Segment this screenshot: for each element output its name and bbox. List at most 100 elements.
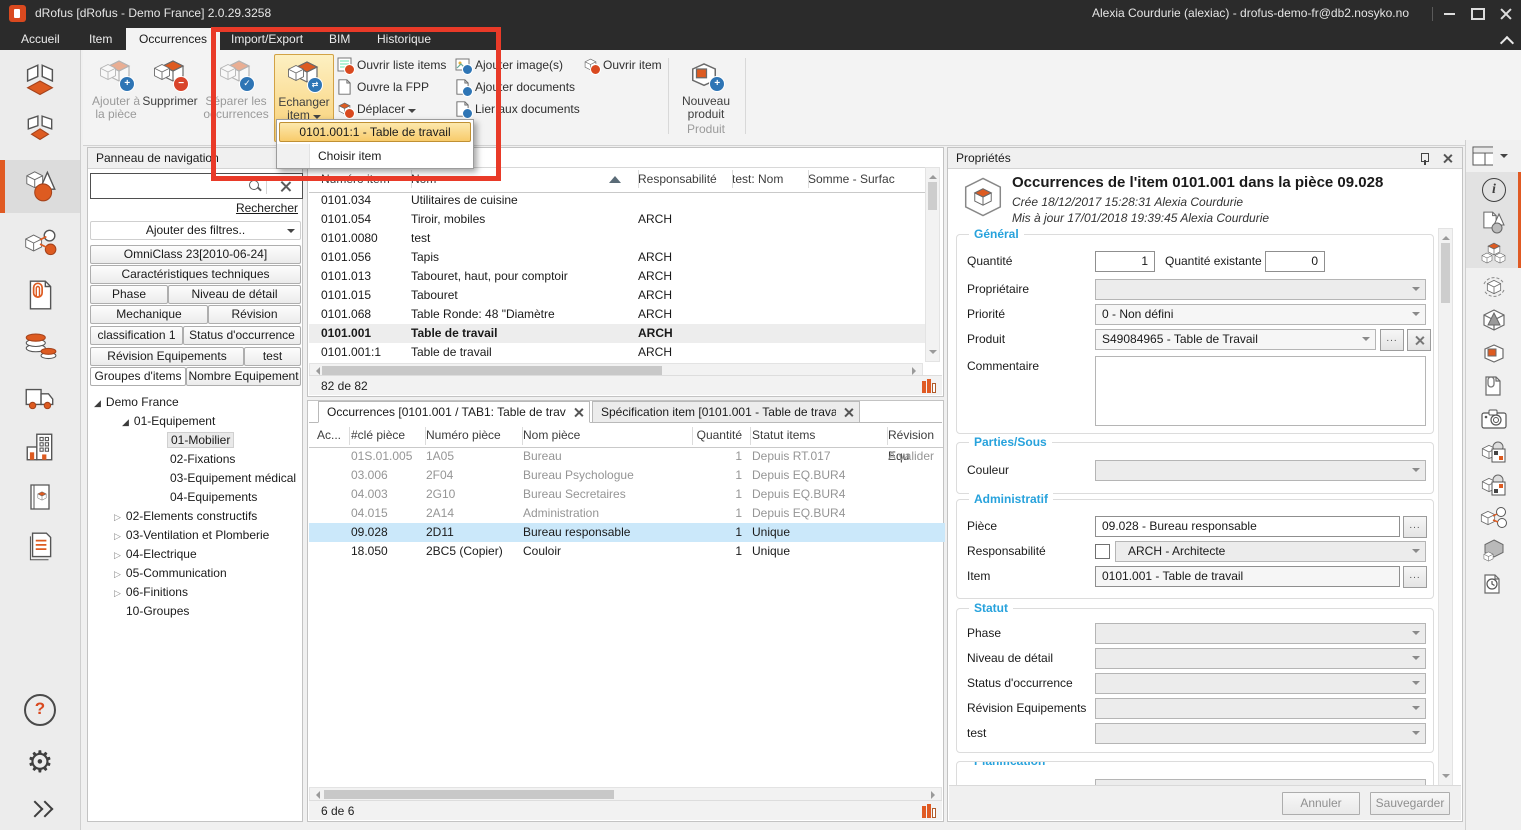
col-somme-surface[interactable]: Somme - Surfac bbox=[808, 168, 926, 191]
occurrence-row[interactable]: 01S.01.0051A05Bureau1Depuis RT.017A vali… bbox=[309, 447, 938, 466]
add-documents-button[interactable]: Ajouter documents bbox=[455, 77, 575, 97]
tool-info[interactable] bbox=[1474, 176, 1514, 204]
occurrence-row-selected[interactable]: 09.0282D11Bureau responsable1Unique bbox=[309, 523, 945, 542]
occurrence-status-dropdown[interactable] bbox=[1095, 673, 1426, 694]
filter-phase[interactable]: Phase bbox=[90, 285, 168, 304]
tool-classification-b[interactable] bbox=[1474, 471, 1514, 499]
responsibility-checkbox[interactable] bbox=[1095, 544, 1110, 559]
items-vertical-scrollbar[interactable] bbox=[925, 167, 940, 362]
expander-closed-icon[interactable] bbox=[114, 509, 126, 523]
tool-classification-a[interactable] bbox=[1474, 438, 1514, 466]
occurrence-row[interactable]: 03.0062F04Bureau Psychologue1Depuis EQ.B… bbox=[309, 466, 938, 485]
tab-occurrences[interactable]: Occurrences bbox=[126, 28, 220, 50]
expander-closed-icon[interactable] bbox=[114, 547, 126, 561]
delete-button[interactable]: Supprimer bbox=[141, 54, 199, 140]
expander-closed-icon[interactable] bbox=[114, 566, 126, 580]
existing-quantity-input[interactable]: 0 bbox=[1265, 251, 1325, 272]
sidebar-item-documents[interactable] bbox=[0, 272, 80, 320]
occurrence-row[interactable]: 04.0152A14Administration1Depuis EQ.BUR4 bbox=[309, 504, 938, 523]
tool-product[interactable] bbox=[1474, 339, 1514, 367]
filter-niveau[interactable]: Niveau de détail bbox=[168, 285, 301, 304]
sidebar-item-systems[interactable] bbox=[0, 220, 80, 268]
tree-node-mobilier[interactable]: 01-Mobilier bbox=[170, 431, 234, 450]
filter-revision-equipements[interactable]: Révision Equipements bbox=[90, 347, 244, 366]
search-input[interactable] bbox=[90, 173, 303, 199]
tab-occurrences-detail[interactable]: Occurrences [0101.001 / TAB1: Table de t… bbox=[318, 401, 590, 423]
exchange-option-choose[interactable]: Choisir item bbox=[277, 144, 473, 168]
filter-nombre-equipement[interactable]: Nombre Equipement bbox=[186, 367, 301, 386]
open-item-button[interactable]: Ouvrir item bbox=[583, 55, 662, 75]
item-row[interactable]: 0101.056TapisARCH bbox=[309, 248, 926, 267]
item-row-selected[interactable]: 0101.001Table de travailARCH bbox=[309, 324, 926, 343]
item-row[interactable]: 0101.0080test bbox=[309, 229, 926, 248]
tab-accueil[interactable]: Accueil bbox=[8, 28, 73, 50]
search-link[interactable]: Rechercher bbox=[236, 201, 298, 215]
properties-scrollbar[interactable] bbox=[1438, 228, 1453, 786]
expander-closed-icon[interactable] bbox=[114, 528, 126, 542]
save-button[interactable]: Sauvegarder bbox=[1370, 792, 1450, 815]
sidebar-item-finance[interactable] bbox=[0, 322, 80, 370]
item-row[interactable]: 0101.054Tiroir, mobilesARCH bbox=[309, 210, 926, 229]
expander-closed-icon[interactable] bbox=[114, 585, 126, 599]
item-row[interactable]: 0101.015TabouretARCH bbox=[309, 286, 926, 305]
tree-node-finitions[interactable]: 06-Finitions bbox=[114, 583, 188, 602]
tab-specification-item[interactable]: Spécification item [0101.001 - Table de … bbox=[592, 401, 860, 423]
filter-revision[interactable]: Révision bbox=[208, 305, 301, 324]
filter-mechanique[interactable]: Mechanique bbox=[90, 305, 208, 324]
add-to-room-button[interactable]: Ajouter à la pièce bbox=[87, 54, 145, 140]
filter-classification[interactable]: classification 1 bbox=[90, 326, 183, 345]
maximize-button[interactable] bbox=[1463, 0, 1493, 28]
filter-test[interactable]: test bbox=[244, 347, 301, 366]
product-browse-button[interactable]: ... bbox=[1380, 329, 1404, 351]
column-chooser-icon[interactable] bbox=[922, 804, 936, 818]
tree-node-equipements[interactable]: 04-Equipements bbox=[170, 488, 257, 507]
close-tab-icon[interactable] bbox=[574, 408, 583, 417]
tree-node-demo-france[interactable]: Demo France bbox=[94, 393, 179, 412]
cancel-button[interactable]: Annuler bbox=[1282, 792, 1360, 815]
tab-import-export[interactable]: Import/Export bbox=[218, 28, 316, 50]
close-tab-icon[interactable] bbox=[844, 408, 853, 417]
revision-dropdown[interactable] bbox=[1095, 698, 1426, 719]
sidebar-item-logistics[interactable] bbox=[0, 374, 80, 422]
item-row[interactable]: 0101.001:1Table de travailARCH bbox=[309, 343, 926, 362]
tree-node-electrique[interactable]: 04-Electrique bbox=[114, 545, 197, 564]
tool-documents[interactable] bbox=[1474, 372, 1514, 400]
tool-log[interactable] bbox=[1474, 570, 1514, 598]
exchange-option-current[interactable]: 0101.001:1 - Table de travail bbox=[279, 122, 471, 142]
color-dropdown[interactable] bbox=[1095, 460, 1426, 481]
collapse-ribbon-icon[interactable] bbox=[1502, 34, 1513, 45]
product-dropdown[interactable]: S49084965 - Table de Travail bbox=[1095, 329, 1376, 350]
separate-occurrences-button[interactable]: Séparer les occurrences bbox=[207, 54, 265, 140]
room-browse-button[interactable]: ... bbox=[1403, 516, 1427, 538]
item-browse-button[interactable]: ... bbox=[1403, 566, 1427, 588]
sidebar-item-settings[interactable] bbox=[0, 738, 80, 786]
add-filters-dropdown[interactable]: Ajouter des filtres.. bbox=[90, 221, 301, 240]
phase-dropdown[interactable] bbox=[1095, 623, 1426, 644]
sidebar-item-items[interactable] bbox=[0, 160, 80, 213]
filter-groupes-items[interactable]: Groupes d'items bbox=[90, 367, 186, 386]
room-input[interactable]: 09.028 - Bureau responsable bbox=[1095, 516, 1400, 537]
pin-icon[interactable] bbox=[1419, 152, 1430, 165]
item-row[interactable]: 0101.034Utilitaires de cuisine bbox=[309, 191, 926, 210]
filter-omniclass[interactable]: OmniClass 23[2010-06-24] bbox=[90, 245, 301, 264]
sidebar-item-reports[interactable] bbox=[0, 524, 80, 572]
item-row[interactable]: 0101.013Tabouret, haut, pour comptoirARC… bbox=[309, 267, 926, 286]
tool-occurrences[interactable] bbox=[1474, 240, 1514, 268]
add-images-button[interactable]: Ajouter image(s) bbox=[455, 55, 563, 75]
expander-open-icon[interactable] bbox=[94, 395, 106, 409]
sidebar-item-catalog[interactable] bbox=[0, 474, 80, 522]
move-button[interactable]: Déplacer bbox=[337, 99, 416, 119]
col-responsabilite[interactable]: Responsabilité bbox=[638, 168, 732, 191]
tool-3d-view[interactable] bbox=[1474, 306, 1514, 334]
comment-textarea[interactable] bbox=[1095, 356, 1426, 426]
filter-caracteristiques[interactable]: Caractéristiques techniques bbox=[90, 265, 301, 284]
close-properties-icon[interactable] bbox=[1443, 154, 1452, 163]
responsibility-dropdown[interactable]: ARCH - Architecte bbox=[1115, 541, 1426, 562]
occurrence-row[interactable]: 18.0502BC5 (Copier)Couloir1Unique bbox=[309, 542, 938, 561]
open-fpp-button[interactable]: Ouvre la FPP bbox=[337, 77, 429, 97]
sidebar-item-buildings[interactable] bbox=[0, 424, 80, 472]
minimize-button[interactable] bbox=[1434, 0, 1464, 28]
sidebar-item-rooms[interactable] bbox=[0, 58, 80, 106]
tool-systems[interactable] bbox=[1474, 504, 1514, 532]
product-clear-button[interactable] bbox=[1407, 329, 1431, 351]
